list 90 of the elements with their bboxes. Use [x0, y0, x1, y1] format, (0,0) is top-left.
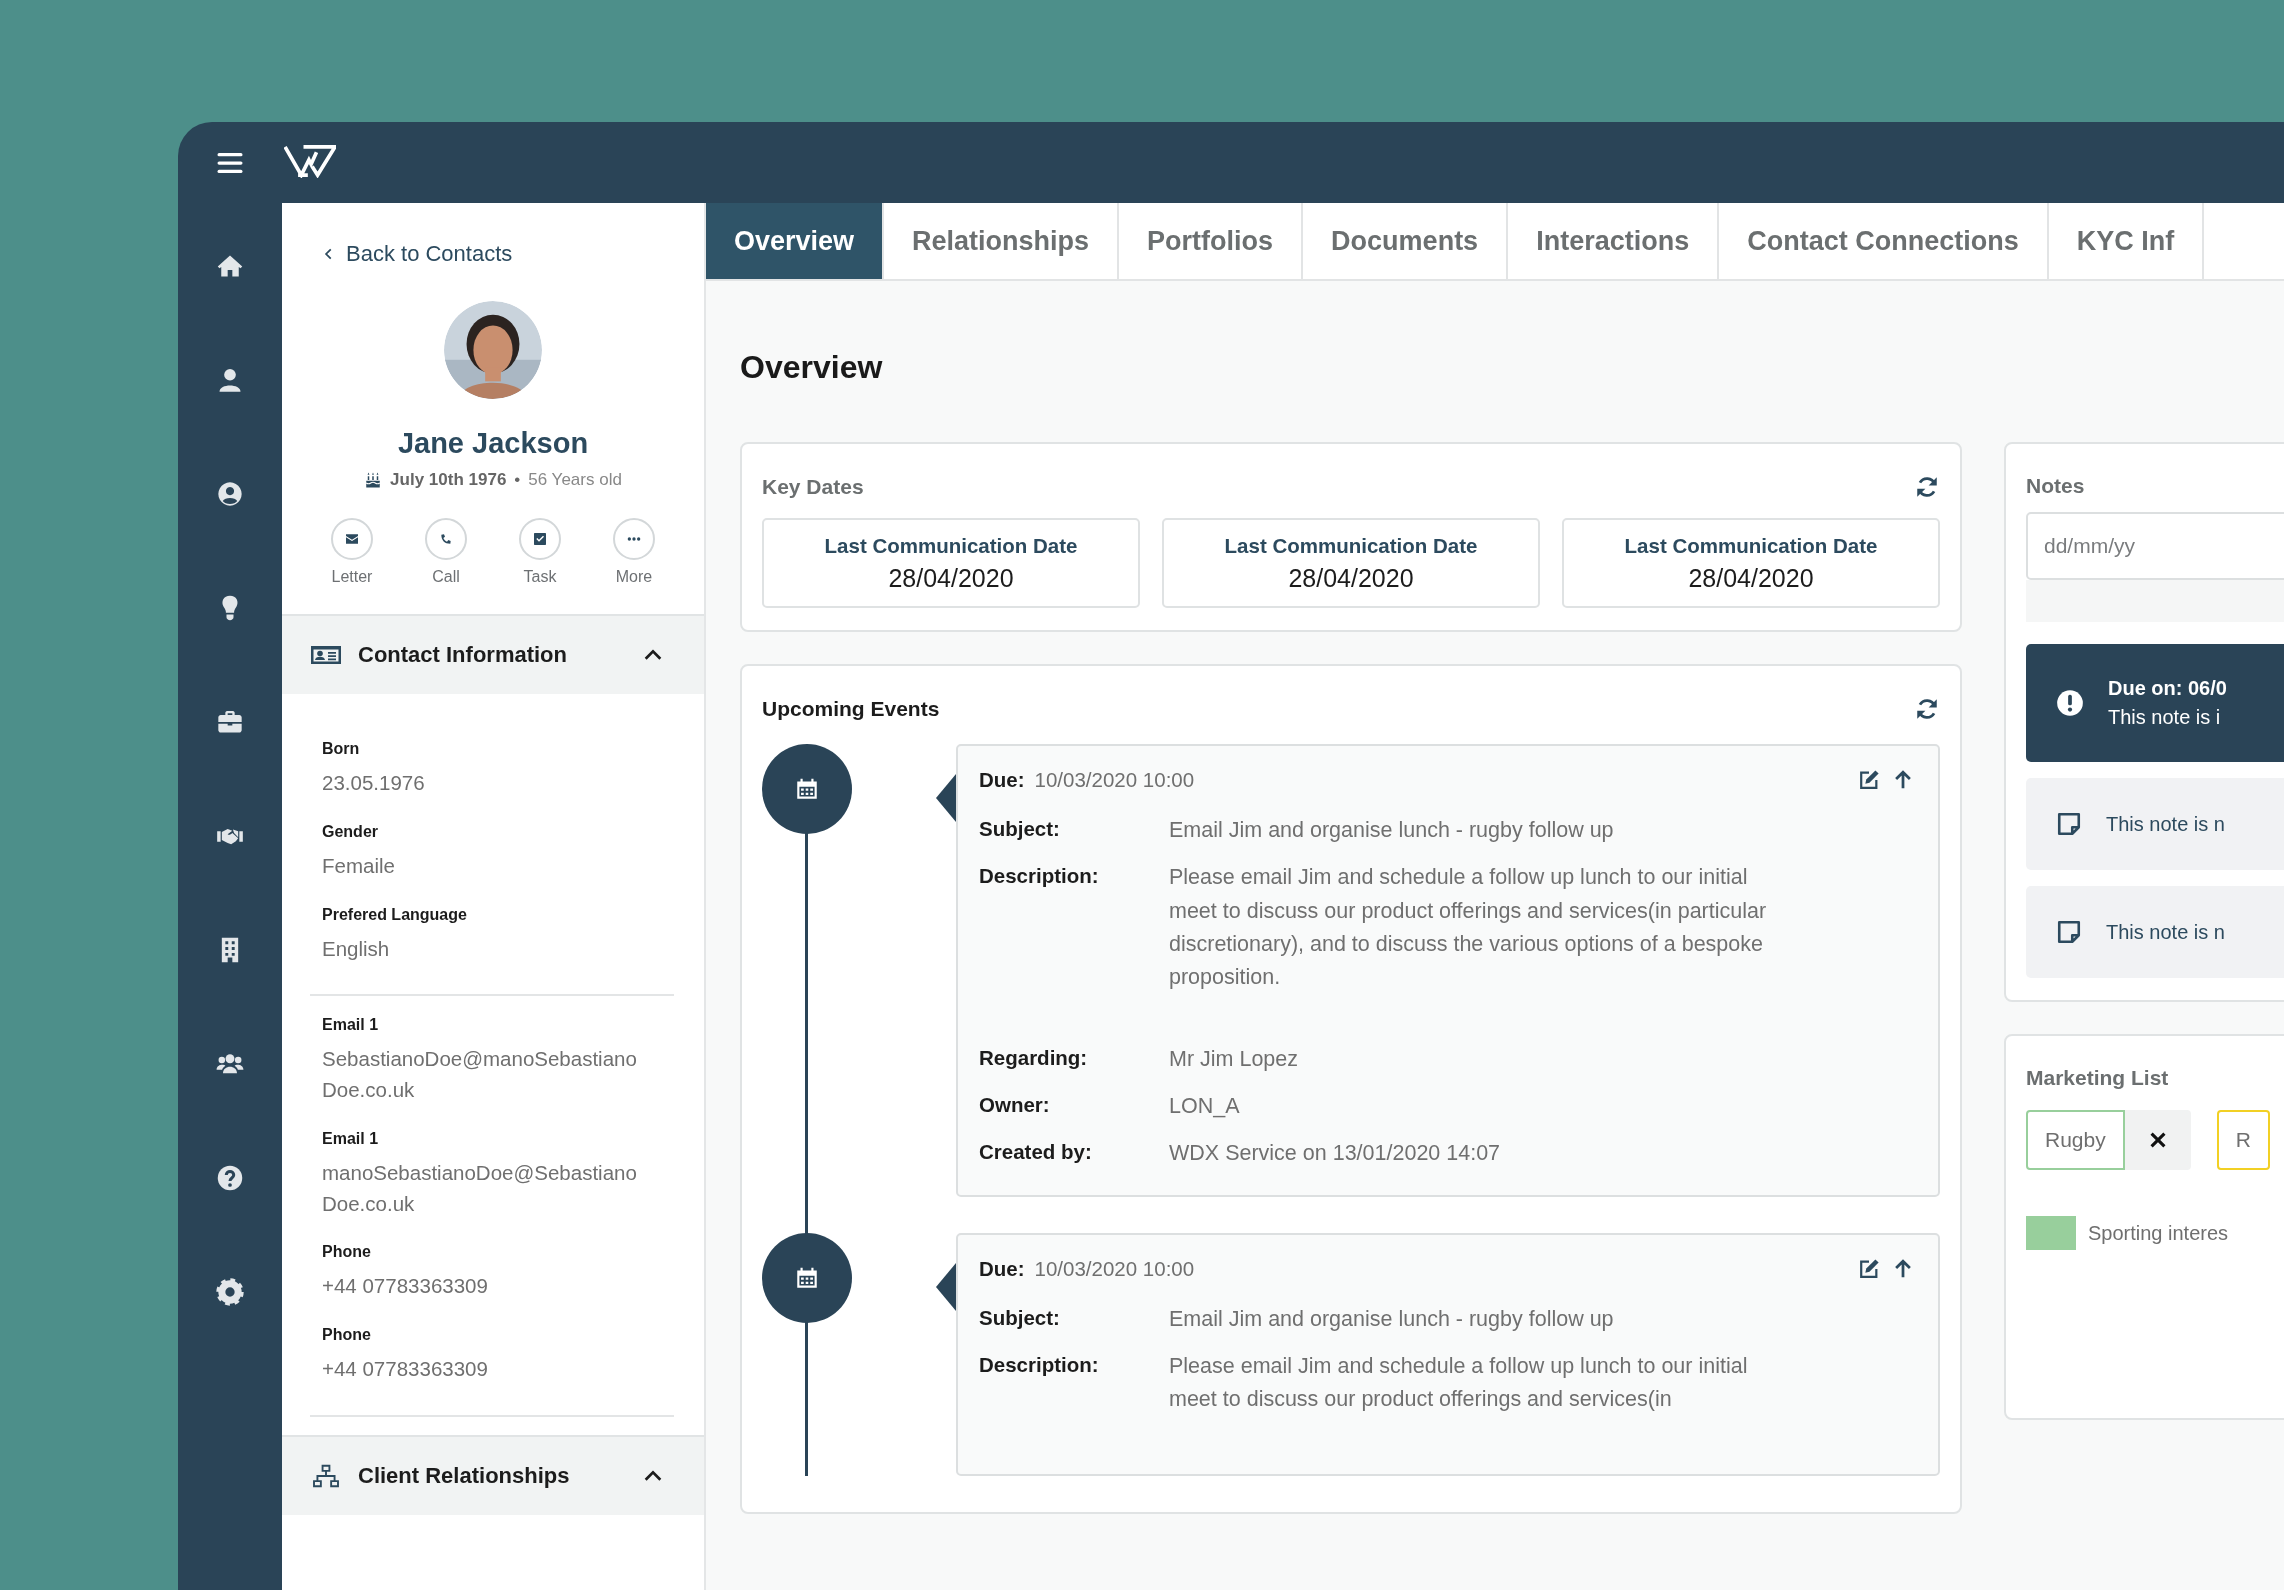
age-text: 56 Years old [528, 470, 622, 490]
field-label: Born [322, 740, 361, 758]
note-text: This note is n [2106, 920, 2225, 944]
page-title: Overview [740, 349, 884, 386]
cake-icon [364, 471, 383, 489]
note-item[interactable]: This note is n [2026, 778, 2284, 870]
date-label: Last Communication Date [1224, 533, 1478, 558]
field-label: Phone [322, 1243, 372, 1262]
action-label: More [615, 568, 653, 586]
note-icon [2056, 811, 2082, 837]
network-icon [310, 1463, 342, 1488]
birth-date: July 10th 1976 [390, 470, 507, 490]
date-label: Last Communication Date [824, 533, 1078, 558]
field-label: Due: [979, 1256, 1025, 1281]
envelope-icon [344, 531, 360, 547]
important-note[interactable]: Due on: 06/0 This note is i [2026, 644, 2284, 762]
field-value: +44 07783363309 [322, 1356, 489, 1382]
field-value: 23.05.1976 [322, 770, 426, 796]
date-value: 28/04/2020 [1288, 563, 1414, 593]
letter-button[interactable] [331, 518, 373, 560]
field-value: Please email Jim and schedule a follow up lunch to our initial meet to discuss our product offerings and services(in [1169, 1352, 1749, 1414]
field-value: Please email Jim and schedule a follow up lunch to our initial meet to discuss our product offerings and services(in particular discretionary), and to discuss the various options of a bespoke proposition. [1169, 864, 1768, 992]
field-value: manoSebastianoDoe@SebastianoDoe.co.uk [322, 1159, 638, 1217]
field-value: SebastianoDoe@manoSebastianoDoe.co.uk [322, 1046, 638, 1103]
id-card-icon [310, 643, 342, 667]
field-label: Gender [322, 822, 379, 841]
exclamation-icon [2056, 689, 2084, 717]
field-label: Email 1 [322, 1129, 380, 1148]
card-title: Notes [2026, 474, 2086, 498]
action-label: Letter [331, 568, 373, 586]
note-item[interactable]: This note is n [2026, 886, 2284, 978]
note-icon [2056, 919, 2082, 945]
section-title: Client Relationships [358, 1462, 571, 1489]
section-header[interactable]: Client Relationships [282, 1434, 704, 1515]
logo[interactable] [284, 143, 336, 178]
edit-icon[interactable] [1858, 1257, 1880, 1280]
field-label: Email 1 [322, 1016, 380, 1035]
phone-icon [438, 531, 454, 547]
note-text: This note is n [2106, 812, 2225, 836]
date-label: Last Communication Date [1624, 533, 1878, 558]
field-value: English [322, 935, 391, 962]
section-title: Contact Information [358, 642, 568, 668]
field-label: Prefered Language [322, 905, 468, 924]
separator-dot: • [514, 470, 521, 490]
profile-icon[interactable] [216, 480, 244, 508]
legend-label: Sporting interes [2088, 1221, 2229, 1245]
remove-button[interactable] [2124, 1110, 2191, 1170]
settings-icon[interactable] [216, 1278, 244, 1306]
field-label: Created by: [979, 1139, 1093, 1166]
tag: R [2216, 1110, 2270, 1170]
task-button[interactable] [519, 518, 561, 560]
due-date: 10/03/2020 10:00 [1034, 768, 1195, 792]
field-value: Mr Jim Lopez [1169, 1045, 1300, 1073]
field-value: Email Jim and organise lunch - rugby follow up [1169, 817, 1615, 844]
section-header[interactable]: Contact Information [282, 614, 704, 694]
action-label: Call [432, 568, 460, 586]
calendar-icon [794, 776, 820, 802]
card-title: Marketing List [2026, 1066, 2170, 1090]
due-date: 10/03/2020 10:00 [1034, 1256, 1195, 1281]
field-label: Phone [322, 1326, 372, 1344]
refresh-icon[interactable] [1914, 474, 1940, 500]
briefcase-icon[interactable] [216, 708, 244, 736]
card-title: Upcoming Events [762, 697, 940, 721]
field-label: Subject: [979, 1304, 1061, 1331]
field-label: Owner: [979, 1091, 1051, 1118]
date-value: 28/04/2020 [1688, 563, 1814, 593]
field-label: Description: [979, 1351, 1100, 1378]
field-label: Description: [979, 863, 1100, 890]
contact-name: Jane Jackson [397, 427, 589, 460]
note-text: This note is i [2108, 706, 2222, 729]
edit-icon[interactable] [1858, 769, 1880, 791]
card-title: Key Dates [762, 475, 864, 499]
field-value: WDX Service on 13/01/2020 14:07 [1169, 1140, 1502, 1168]
date-value: 28/04/2020 [888, 563, 1014, 593]
date-field[interactable]: dd/mm/yy [2026, 512, 2284, 580]
tag: Rugby [2026, 1110, 2125, 1170]
field-label: Subject: [979, 816, 1061, 842]
tab[interactable]: Overview [706, 203, 885, 279]
field-label: Regarding: [979, 1044, 1089, 1071]
note-title: Due on: 06/0 [2108, 677, 2227, 700]
checkbox-icon [532, 531, 548, 547]
field-label: Due: [979, 768, 1025, 792]
field-value: Femaile [322, 852, 396, 879]
field-value: LON_A [1169, 1092, 1241, 1120]
back-link[interactable]: Back to Contacts [322, 241, 513, 267]
refresh-icon[interactable] [1914, 696, 1940, 722]
action-label: Task [523, 568, 557, 586]
field-value: Email Jim and organise lunch - rugby follow up [1169, 1305, 1615, 1333]
help-icon[interactable] [216, 1164, 244, 1192]
field-value: +44 07783363309 [322, 1273, 489, 1300]
